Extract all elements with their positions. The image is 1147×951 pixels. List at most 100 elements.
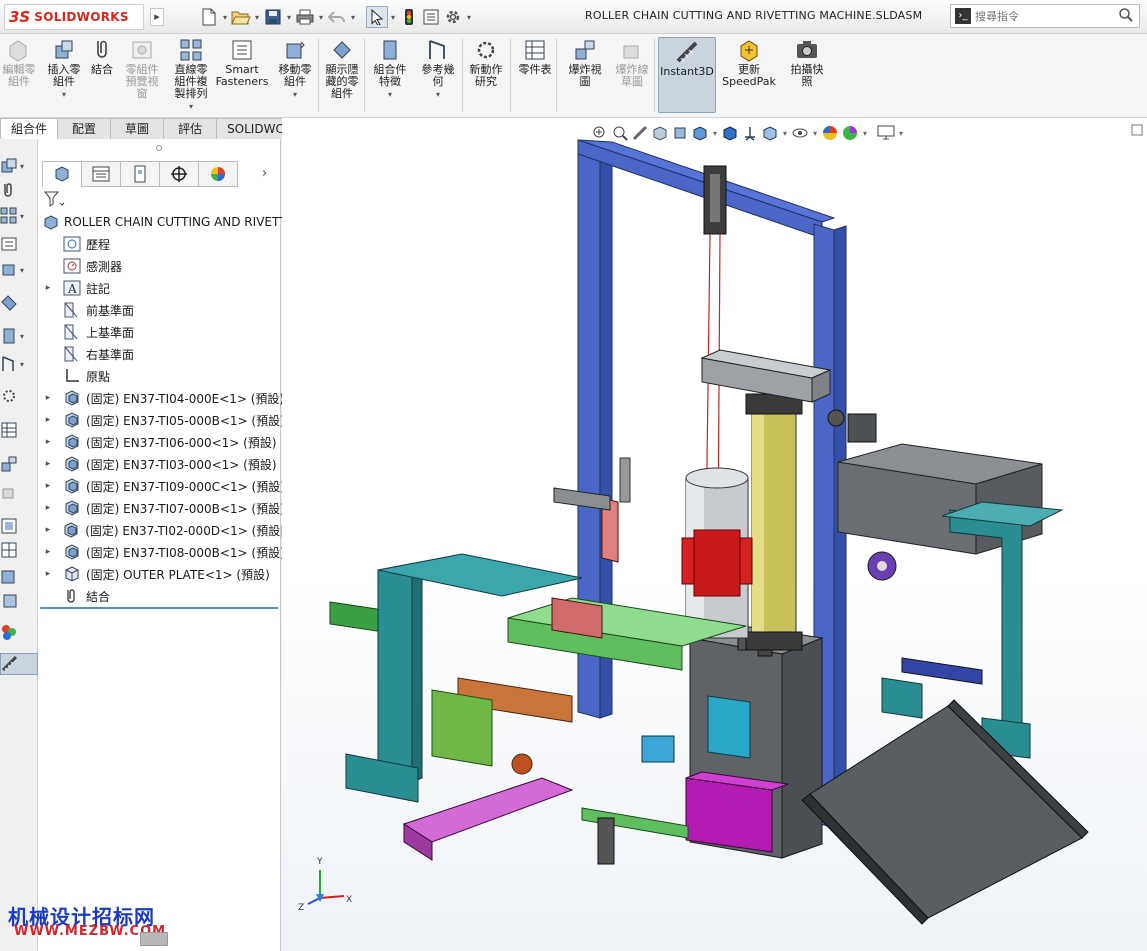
- tree-node[interactable]: 歷程: [42, 233, 285, 255]
- vt-snapshot-icon[interactable]: [0, 515, 38, 537]
- graphics-area[interactable]: ▾ ▾ ▾ ▾ ▾ Y X Z: [282, 118, 1147, 951]
- expand-arrow-icon[interactable]: ▸: [42, 525, 54, 535]
- search-input[interactable]: [975, 9, 1105, 23]
- take-snapshot-button[interactable]: 拍攝快照: [784, 38, 830, 88]
- tree-node[interactable]: 右基準面: [42, 343, 285, 365]
- reference-geometry-button[interactable]: 參考幾何 ▾: [416, 38, 460, 101]
- explode-line-sketch-button[interactable]: 爆炸線 草圖: [610, 38, 654, 88]
- smart-fasteners-button[interactable]: Smart Fasteners: [216, 38, 268, 88]
- silver-cylinder[interactable]: [681, 467, 753, 639]
- expand-arrow-icon[interactable]: ▸: [42, 459, 54, 469]
- vt-assembly-features-icon[interactable]: ▾: [0, 325, 38, 347]
- tree-node[interactable]: 前基準面: [42, 299, 285, 321]
- expand-arrow-icon[interactable]: ▸: [42, 569, 54, 579]
- propertymanager-tab-icon[interactable]: [81, 161, 121, 187]
- tree-node[interactable]: 上基準面: [42, 321, 285, 343]
- show-hidden-components-button[interactable]: 顯示隱 藏的零 組件: [320, 38, 364, 100]
- vt-component2-icon[interactable]: [0, 591, 38, 613]
- open-icon[interactable]: [230, 6, 252, 28]
- new-motion-study-button[interactable]: 新動作 研究: [466, 38, 506, 88]
- open-dropdown-icon[interactable]: ▾: [252, 13, 262, 22]
- assembly-features-button[interactable]: 組合件 特徵 ▾: [370, 38, 410, 101]
- tree-node[interactable]: 感測器: [42, 255, 285, 277]
- undo-dropdown-icon[interactable]: ▾: [348, 13, 358, 22]
- tree-node[interactable]: 原點: [42, 365, 285, 387]
- vt-explode-line-icon[interactable]: [0, 481, 38, 503]
- tree-node[interactable]: ▸ (固定) EN37-TI04-000E<1> (預設): [42, 387, 285, 409]
- vt-component-icon[interactable]: [0, 565, 38, 587]
- vt-bom-icon[interactable]: [0, 419, 38, 441]
- filter-icon[interactable]: [43, 191, 66, 210]
- options-icon[interactable]: [442, 6, 464, 28]
- select-dropdown-icon[interactable]: ▾: [388, 13, 398, 22]
- menu-expand-icon[interactable]: ▸: [150, 8, 164, 26]
- insert-components-button[interactable]: 插入零 組件 ▾: [46, 38, 82, 101]
- vt-instant3d-icon[interactable]: [0, 653, 38, 675]
- undo-icon[interactable]: [326, 6, 348, 28]
- solidworks-logo[interactable]: 3S SOLIDWORKS: [4, 4, 144, 30]
- tab-assembly[interactable]: 組合件: [0, 118, 59, 139]
- vt-reference-geometry-icon[interactable]: ▾: [0, 353, 38, 375]
- tree-node[interactable]: ▸ (固定) EN37-TI07-000B<1> (預設): [42, 497, 285, 519]
- tree-node[interactable]: ▸ (固定) EN37-TI05-000B<1> (預設): [42, 409, 285, 431]
- update-speedpak-button[interactable]: 更新 SpeedPak: [722, 38, 776, 88]
- chevron-down-icon[interactable]: ▾: [436, 89, 440, 101]
- tree-node[interactable]: ▸ (固定) EN37-TI03-000<1> (預設): [42, 453, 285, 475]
- file-properties-icon[interactable]: [420, 6, 442, 28]
- print-icon[interactable]: [294, 6, 316, 28]
- vt-move-component-icon[interactable]: ▾: [0, 259, 38, 281]
- component-preview-button[interactable]: 零組件 預覽視窗: [122, 38, 162, 100]
- chevron-down-icon[interactable]: ▾: [189, 101, 193, 113]
- mate-button[interactable]: 結合: [88, 38, 116, 76]
- displaymanager-tab-icon[interactable]: [198, 161, 238, 187]
- expand-arrow-icon[interactable]: ▸: [42, 503, 54, 513]
- vt-motion-study-icon[interactable]: [0, 385, 38, 407]
- tree-node[interactable]: ▸ (固定) OUTER PLATE<1> (預設): [42, 563, 285, 585]
- tree-node[interactable]: ▸ (固定) EN37-TI02-000D<1> (預設): [42, 519, 285, 541]
- assembly-model[interactable]: Y X Z: [282, 118, 1147, 951]
- print-dropdown-icon[interactable]: ▾: [316, 13, 326, 22]
- expand-arrow-icon[interactable]: ▸: [42, 415, 54, 425]
- tab-layout[interactable]: 配置: [57, 118, 112, 139]
- chevron-down-icon[interactable]: ▾: [62, 89, 66, 101]
- featuremanager-tree-tab-icon[interactable]: [42, 161, 82, 187]
- tree-root[interactable]: ROLLER CHAIN CUTTING AND RIVETTING MACHI…: [42, 211, 285, 233]
- vt-speedpak-icon[interactable]: [0, 539, 38, 561]
- search-icon[interactable]: [1119, 7, 1133, 25]
- vt-pattern-icon[interactable]: ▾: [0, 205, 38, 227]
- vt-fastener-icon[interactable]: [0, 233, 38, 255]
- tab-sketch[interactable]: 草圖: [110, 118, 165, 139]
- vt-insert-component-icon[interactable]: ▾: [0, 155, 38, 177]
- vt-show-hidden-icon[interactable]: [0, 291, 38, 313]
- vt-appearance-icon[interactable]: [0, 621, 38, 643]
- move-component-button[interactable]: 移動零 組件 ▾: [274, 38, 316, 101]
- options-dropdown-icon[interactable]: ▾: [464, 13, 474, 22]
- tree-node[interactable]: 結合: [42, 585, 285, 607]
- tab-evaluate[interactable]: 評估: [163, 118, 218, 139]
- save-icon[interactable]: [262, 6, 284, 28]
- expand-arrow-icon[interactable]: ▸: [42, 547, 54, 557]
- yellow-cylinder[interactable]: [745, 393, 803, 651]
- bill-of-materials-button[interactable]: 零件表: [514, 38, 556, 76]
- rebuild-icon[interactable]: [398, 6, 420, 28]
- edit-component-button[interactable]: 編輯零 組件: [2, 38, 36, 88]
- expand-arrow-icon[interactable]: ▸: [42, 283, 54, 293]
- panel-grip-icon[interactable]: [156, 145, 162, 151]
- expand-arrow-icon[interactable]: ▸: [42, 393, 54, 403]
- lower-green-block[interactable]: [581, 807, 689, 865]
- tree-node[interactable]: ▸ A 註記: [42, 277, 285, 299]
- expand-arrow-icon[interactable]: ▸: [42, 437, 54, 447]
- new-document-icon[interactable]: [198, 6, 220, 28]
- expand-arrow-icon[interactable]: ▸: [42, 481, 54, 491]
- tree-node[interactable]: ▸ (固定) EN37-TI06-000<1> (預設): [42, 431, 285, 453]
- tree-node[interactable]: ▸ (固定) EN37-TI09-000C<1> (預設): [42, 475, 285, 497]
- select-icon[interactable]: [366, 6, 388, 28]
- configurationmanager-tab-icon[interactable]: [120, 161, 160, 187]
- save-dropdown-icon[interactable]: ▾: [284, 13, 294, 22]
- chevron-down-icon[interactable]: ▾: [388, 89, 392, 101]
- exploded-view-button[interactable]: 爆炸視圖: [562, 38, 608, 88]
- vt-mate-icon[interactable]: [0, 179, 38, 201]
- linear-pattern-button[interactable]: 直線零 組件複 製排列 ▾: [170, 38, 212, 113]
- chevron-down-icon[interactable]: ▾: [293, 89, 297, 101]
- dimxpert-tab-icon[interactable]: [159, 161, 199, 187]
